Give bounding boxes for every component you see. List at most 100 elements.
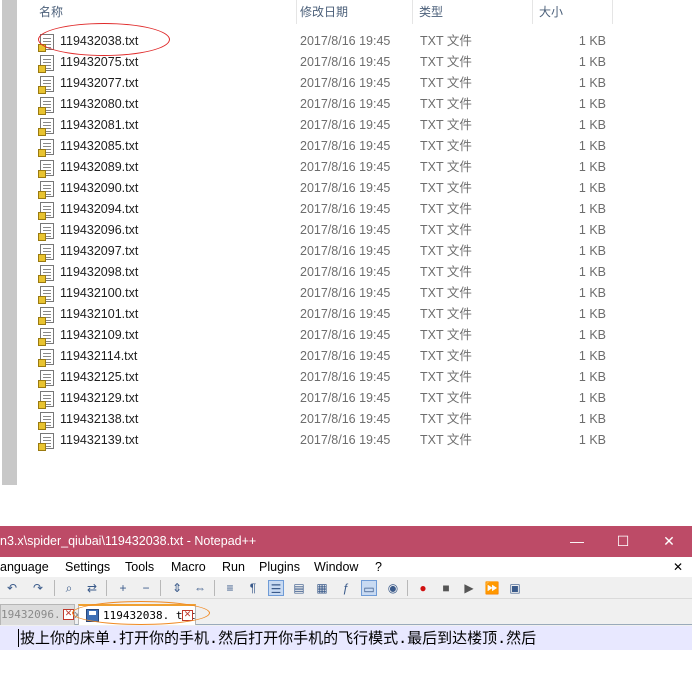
file-size: 1 KB (578, 97, 606, 111)
file-name: 119432129.txt (60, 391, 139, 405)
maximize-button[interactable]: ☐ (600, 526, 646, 557)
file-row[interactable]: 119432097.txt 2017/8/16 19:45 TXT 文件 1 KB (18, 241, 692, 262)
file-row[interactable]: 119432085.txt 2017/8/16 19:45 TXT 文件 1 KB (18, 136, 692, 157)
file-size: 1 KB (578, 55, 606, 69)
menu-help[interactable]: ? (375, 557, 382, 577)
menu-plugins[interactable]: Plugins (259, 557, 300, 577)
file-name: 119432096.txt (60, 223, 139, 237)
column-divider[interactable] (532, 0, 533, 24)
menu-run[interactable]: Run (222, 557, 245, 577)
file-row[interactable]: 119432089.txt 2017/8/16 19:45 TXT 文件 1 KB (18, 157, 692, 178)
file-row[interactable]: 119432096.txt 2017/8/16 19:45 TXT 文件 1 KB (18, 220, 692, 241)
toolbar-separator (407, 580, 408, 596)
file-row[interactable]: 119432098.txt 2017/8/16 19:45 TXT 文件 1 KB (18, 262, 692, 283)
file-row[interactable]: 119432139.txt 2017/8/16 19:45 TXT 文件 1 KB (18, 430, 692, 451)
file-modified: 2017/8/16 19:45 (300, 328, 391, 342)
sync-vertical-icon[interactable]: ⇕ (169, 580, 185, 596)
file-type: TXT 文件 (420, 202, 472, 216)
column-header-name[interactable]: 名称 (36, 0, 63, 24)
file-modified: 2017/8/16 19:45 (300, 244, 391, 258)
close-document-icon[interactable]: ✕ (673, 557, 683, 577)
file-row[interactable]: 119432081.txt 2017/8/16 19:45 TXT 文件 1 KB (18, 115, 692, 136)
menu-macro[interactable]: Macro (171, 557, 206, 577)
highlight-ellipse-tab (72, 601, 210, 625)
save-macro-icon[interactable]: ▣ (507, 580, 523, 596)
zoom-in-icon[interactable]: + (115, 580, 131, 596)
file-name: 119432114.txt (60, 349, 138, 363)
sync-horizontal-icon[interactable]: ⇔ (192, 580, 208, 596)
file-modified: 2017/8/16 19:45 (300, 76, 391, 90)
tab-119432096[interactable]: 19432096. txt ✕ (0, 604, 87, 625)
file-modified: 2017/8/16 19:45 (300, 181, 391, 195)
menu-language[interactable]: anguage (0, 557, 49, 577)
file-row[interactable]: 119432100.txt 2017/8/16 19:45 TXT 文件 1 KB (18, 283, 692, 304)
indent-guide-icon[interactable]: ☰ (268, 580, 284, 596)
text-file-icon (38, 160, 54, 178)
column-header-modified[interactable]: 修改日期 (297, 0, 348, 24)
title-bar[interactable]: n3.x\spider_qiubai\119432038.txt - Notep… (0, 526, 692, 557)
file-row[interactable]: 119432125.txt 2017/8/16 19:45 TXT 文件 1 KB (18, 367, 692, 388)
text-file-icon (38, 265, 54, 283)
file-size: 1 KB (578, 370, 606, 384)
show-all-chars-icon[interactable]: ¶ (245, 580, 261, 596)
menu-window[interactable]: Window (314, 557, 358, 577)
column-divider[interactable] (612, 0, 613, 24)
file-row[interactable]: 119432077.txt 2017/8/16 19:45 TXT 文件 1 KB (18, 73, 692, 94)
text-file-icon (38, 286, 54, 304)
word-wrap-icon[interactable]: ≡ (222, 580, 238, 596)
navigation-scrollbar[interactable] (2, 0, 17, 485)
text-file-icon (38, 181, 54, 199)
text-file-icon (38, 412, 54, 430)
stop-macro-icon[interactable]: ■ (438, 580, 454, 596)
notepad-plus-plus-window: n3.x\spider_qiubai\119432038.txt - Notep… (0, 526, 692, 700)
file-row[interactable]: 119432114.txt 2017/8/16 19:45 TXT 文件 1 KB (18, 346, 692, 367)
column-header-type[interactable]: 类型 (416, 0, 443, 24)
text-file-icon (38, 118, 54, 136)
file-type: TXT 文件 (420, 391, 472, 405)
file-name: 119432090.txt (60, 181, 139, 195)
minimize-button[interactable]: — (554, 526, 600, 557)
file-name: 119432139.txt (60, 433, 139, 447)
file-row[interactable]: 119432129.txt 2017/8/16 19:45 TXT 文件 1 KB (18, 388, 692, 409)
column-header-size[interactable]: 大小 (536, 0, 563, 24)
monitor-icon[interactable]: ◉ (385, 580, 401, 596)
file-size: 1 KB (578, 307, 606, 321)
editor-text[interactable]: 披上你的床单.打开你的手机.然后打开你手机的飞行模式.最后到达楼顶.然后 (20, 626, 536, 650)
menu-tools[interactable]: Tools (125, 557, 154, 577)
close-button[interactable]: ✕ (646, 526, 692, 557)
file-row[interactable]: 119432094.txt 2017/8/16 19:45 TXT 文件 1 KB (18, 199, 692, 220)
find-icon[interactable]: ⌕ (61, 580, 77, 596)
file-row[interactable]: 119432080.txt 2017/8/16 19:45 TXT 文件 1 KB (18, 94, 692, 115)
file-type: TXT 文件 (420, 328, 472, 342)
run-macro-multiple-icon[interactable]: ⏩ (484, 580, 500, 596)
function-list-icon[interactable]: ▦ (314, 580, 330, 596)
file-name: 119432109.txt (60, 328, 139, 342)
file-row[interactable]: 119432090.txt 2017/8/16 19:45 TXT 文件 1 KB (18, 178, 692, 199)
file-modified: 2017/8/16 19:45 (300, 286, 391, 300)
play-macro-icon[interactable]: ▶ (461, 580, 477, 596)
file-row[interactable]: 119432101.txt 2017/8/16 19:45 TXT 文件 1 KB (18, 304, 692, 325)
folder-workspace-icon[interactable]: ▭ (361, 580, 377, 596)
toolbar-separator (160, 580, 161, 596)
file-name: 119432094.txt (60, 202, 139, 216)
redo-icon[interactable]: ↷ (30, 580, 46, 596)
file-row[interactable]: 119432138.txt 2017/8/16 19:45 TXT 文件 1 KB (18, 409, 692, 430)
replace-icon[interactable]: ⇄ (84, 580, 100, 596)
undo-icon[interactable]: ↶ (4, 580, 20, 596)
record-macro-icon[interactable]: ● (415, 580, 431, 596)
menu-settings[interactable]: Settings (65, 557, 110, 577)
zoom-out-icon[interactable]: − (138, 580, 154, 596)
file-modified: 2017/8/16 19:45 (300, 55, 391, 69)
file-list: 119432038.txt 2017/8/16 19:45 TXT 文件 1 KB 11… (18, 31, 692, 451)
file-name: 119432098.txt (60, 265, 139, 279)
function-icon[interactable]: ƒ (338, 580, 354, 596)
text-file-icon (38, 76, 54, 94)
file-type: TXT 文件 (420, 223, 472, 237)
editor-area[interactable]: 披上你的床单.打开你的手机.然后打开你手机的飞行模式.最后到达楼顶.然后 (0, 626, 692, 700)
file-row[interactable]: 119432109.txt 2017/8/16 19:45 TXT 文件 1 KB (18, 325, 692, 346)
doc-map-icon[interactable]: ▤ (291, 580, 307, 596)
window-title: n3.x\spider_qiubai\119432038.txt - Notep… (0, 534, 257, 548)
column-divider[interactable] (412, 0, 413, 24)
navigation-pane-edge (0, 0, 18, 526)
file-type: TXT 文件 (420, 307, 472, 321)
